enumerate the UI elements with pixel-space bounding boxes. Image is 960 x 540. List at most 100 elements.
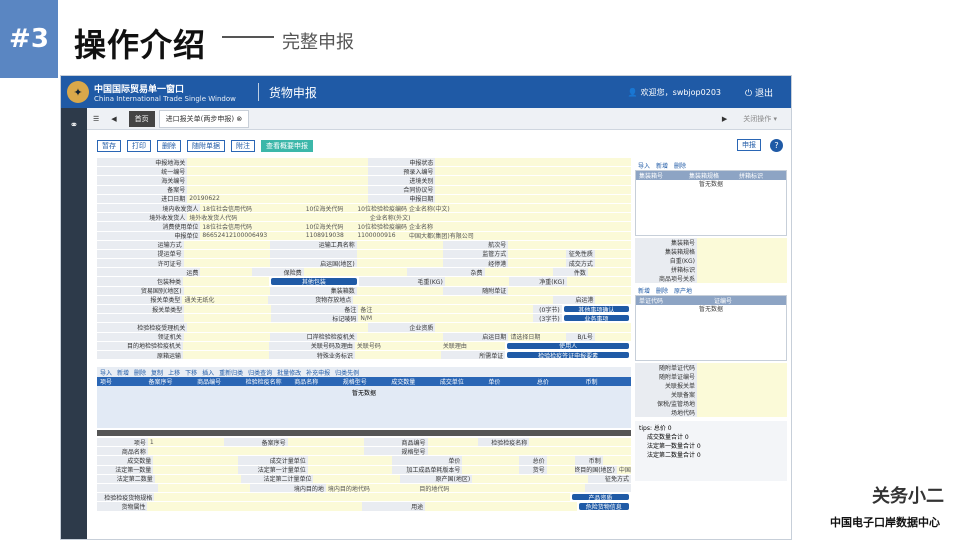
docs-delete[interactable]: 删除 bbox=[656, 286, 668, 295]
field-input[interactable] bbox=[356, 332, 444, 341]
field-input[interactable]: 20190622 bbox=[187, 194, 368, 203]
field-input[interactable] bbox=[462, 456, 519, 465]
field-input[interactable] bbox=[587, 268, 631, 277]
field-input[interactable] bbox=[462, 465, 519, 474]
field-input[interactable]: 中国大都(集团)有限公司 bbox=[407, 231, 631, 240]
field-input[interactable] bbox=[697, 256, 787, 265]
goods-action[interactable]: 重新归类 bbox=[219, 368, 243, 377]
goods-scrollbar[interactable] bbox=[97, 430, 631, 436]
field-input[interactable]: 18位社会信用代码 bbox=[200, 222, 304, 231]
field-input[interactable]: 1 bbox=[147, 438, 225, 447]
field-input[interactable] bbox=[356, 259, 444, 268]
view-summary-button[interactable]: 查看概要申报 bbox=[261, 140, 313, 152]
goods-action[interactable]: 批量修改 bbox=[277, 368, 301, 377]
field-input[interactable] bbox=[508, 259, 567, 268]
field-input[interactable] bbox=[697, 238, 787, 247]
field-input[interactable] bbox=[313, 474, 401, 483]
field-input[interactable] bbox=[356, 286, 444, 295]
field-input[interactable] bbox=[183, 286, 271, 295]
goods-action[interactable]: 插入 bbox=[202, 368, 214, 377]
field-input[interactable] bbox=[427, 447, 631, 456]
field-input[interactable] bbox=[307, 465, 393, 474]
field-input[interactable] bbox=[595, 295, 631, 304]
action-button[interactable]: 检验检疫签证申报要素 bbox=[507, 351, 629, 359]
field-input[interactable] bbox=[183, 249, 271, 259]
action-button[interactable]: 产品资质 bbox=[571, 494, 629, 501]
field-input[interactable]: 10位海关代码 bbox=[303, 222, 356, 231]
field-input[interactable] bbox=[153, 456, 238, 465]
field-input[interactable] bbox=[153, 465, 238, 474]
field-input[interactable] bbox=[353, 295, 553, 304]
field-input[interactable] bbox=[187, 185, 368, 194]
goods-action[interactable]: 复制 bbox=[151, 368, 163, 377]
field-input[interactable] bbox=[546, 456, 575, 465]
field-input[interactable]: 18位社会信用代码 bbox=[200, 203, 304, 213]
notes-button[interactable]: 附注 bbox=[231, 140, 255, 152]
field-input[interactable]: 境内目的地代码 bbox=[325, 483, 418, 493]
field-input[interactable] bbox=[187, 167, 368, 176]
forward-icon[interactable]: ▶ bbox=[716, 112, 733, 126]
field-input[interactable] bbox=[697, 408, 787, 417]
field-input[interactable] bbox=[594, 259, 631, 268]
docs-origin[interactable]: 原产地 bbox=[674, 286, 692, 295]
field-input[interactable] bbox=[529, 438, 631, 447]
field-input[interactable]: 10位检验检疫编码 bbox=[355, 203, 408, 213]
close-icon[interactable]: ⊗ bbox=[236, 115, 242, 123]
close-ops-menu[interactable]: 关闭操作 ▾ bbox=[737, 111, 783, 127]
logout-button[interactable]: ⏻ 退出 bbox=[745, 86, 773, 99]
field-input[interactable]: 关联号码 bbox=[354, 341, 441, 350]
field-input[interactable] bbox=[484, 268, 554, 277]
field-input[interactable] bbox=[183, 259, 271, 268]
field-input[interactable] bbox=[508, 286, 631, 295]
field-input[interactable] bbox=[356, 240, 444, 249]
field-input[interactable]: 通关无纸化 bbox=[182, 295, 268, 304]
field-input[interactable] bbox=[154, 493, 570, 502]
field-input[interactable] bbox=[187, 158, 368, 167]
field-input[interactable] bbox=[697, 265, 787, 274]
field-input[interactable] bbox=[697, 372, 787, 381]
goods-action[interactable]: 归类查询 bbox=[248, 368, 272, 377]
field-input[interactable]: 企业名称(外文) bbox=[367, 213, 631, 222]
field-input[interactable] bbox=[435, 185, 631, 194]
field-input[interactable]: 备注 bbox=[358, 305, 533, 314]
field-input[interactable]: 10位检验检疫编码 bbox=[355, 222, 408, 231]
field-input[interactable] bbox=[472, 474, 588, 483]
field-input[interactable]: 中国 bbox=[616, 465, 631, 474]
hamburger-icon[interactable]: ☰ bbox=[87, 112, 105, 126]
field-input[interactable] bbox=[546, 465, 575, 474]
declare-button[interactable]: 申报 bbox=[737, 139, 761, 151]
field-input[interactable]: 1108919038 bbox=[303, 231, 356, 240]
field-input[interactable] bbox=[354, 350, 441, 360]
action-button[interactable]: 使用人 bbox=[507, 342, 629, 349]
field-input[interactable] bbox=[697, 381, 787, 390]
field-input[interactable] bbox=[444, 277, 510, 286]
field-input[interactable] bbox=[356, 249, 444, 259]
field-input[interactable]: 关联理由 bbox=[440, 341, 506, 350]
field-input[interactable] bbox=[147, 447, 364, 456]
field-input[interactable] bbox=[435, 167, 631, 176]
field-input[interactable] bbox=[182, 341, 269, 350]
field-input[interactable] bbox=[147, 502, 363, 511]
field-input[interactable] bbox=[158, 483, 250, 493]
field-input[interactable] bbox=[594, 332, 631, 341]
action-button[interactable]: 其他事项确认 bbox=[563, 306, 629, 313]
field-input[interactable] bbox=[435, 323, 631, 332]
field-input[interactable] bbox=[187, 323, 368, 332]
delete-button[interactable]: 删除 bbox=[157, 140, 181, 152]
field-input[interactable] bbox=[427, 438, 479, 447]
field-input[interactable]: 请选择日期 bbox=[508, 332, 567, 341]
field-input[interactable] bbox=[697, 363, 787, 372]
welcome-user[interactable]: 👤 欢迎您，swbjop0203 bbox=[628, 87, 721, 98]
field-input[interactable] bbox=[287, 438, 364, 447]
tab-import-declaration[interactable]: 进口报关单(两步申报) ⊗ bbox=[158, 109, 250, 128]
tab-home[interactable]: 首页 bbox=[128, 110, 155, 127]
menu-toggle-icon[interactable]: ⚭ bbox=[61, 120, 87, 131]
field-input[interactable]: 企业名称(中文) bbox=[407, 203, 631, 213]
field-input[interactable] bbox=[508, 249, 567, 259]
field-input[interactable] bbox=[187, 176, 368, 185]
container-add[interactable]: 新增 bbox=[656, 161, 668, 170]
goods-action[interactable]: 上移 bbox=[168, 368, 180, 377]
field-input[interactable] bbox=[566, 277, 631, 286]
action-button[interactable]: 其他包装 bbox=[270, 278, 357, 285]
field-input[interactable] bbox=[697, 390, 787, 399]
